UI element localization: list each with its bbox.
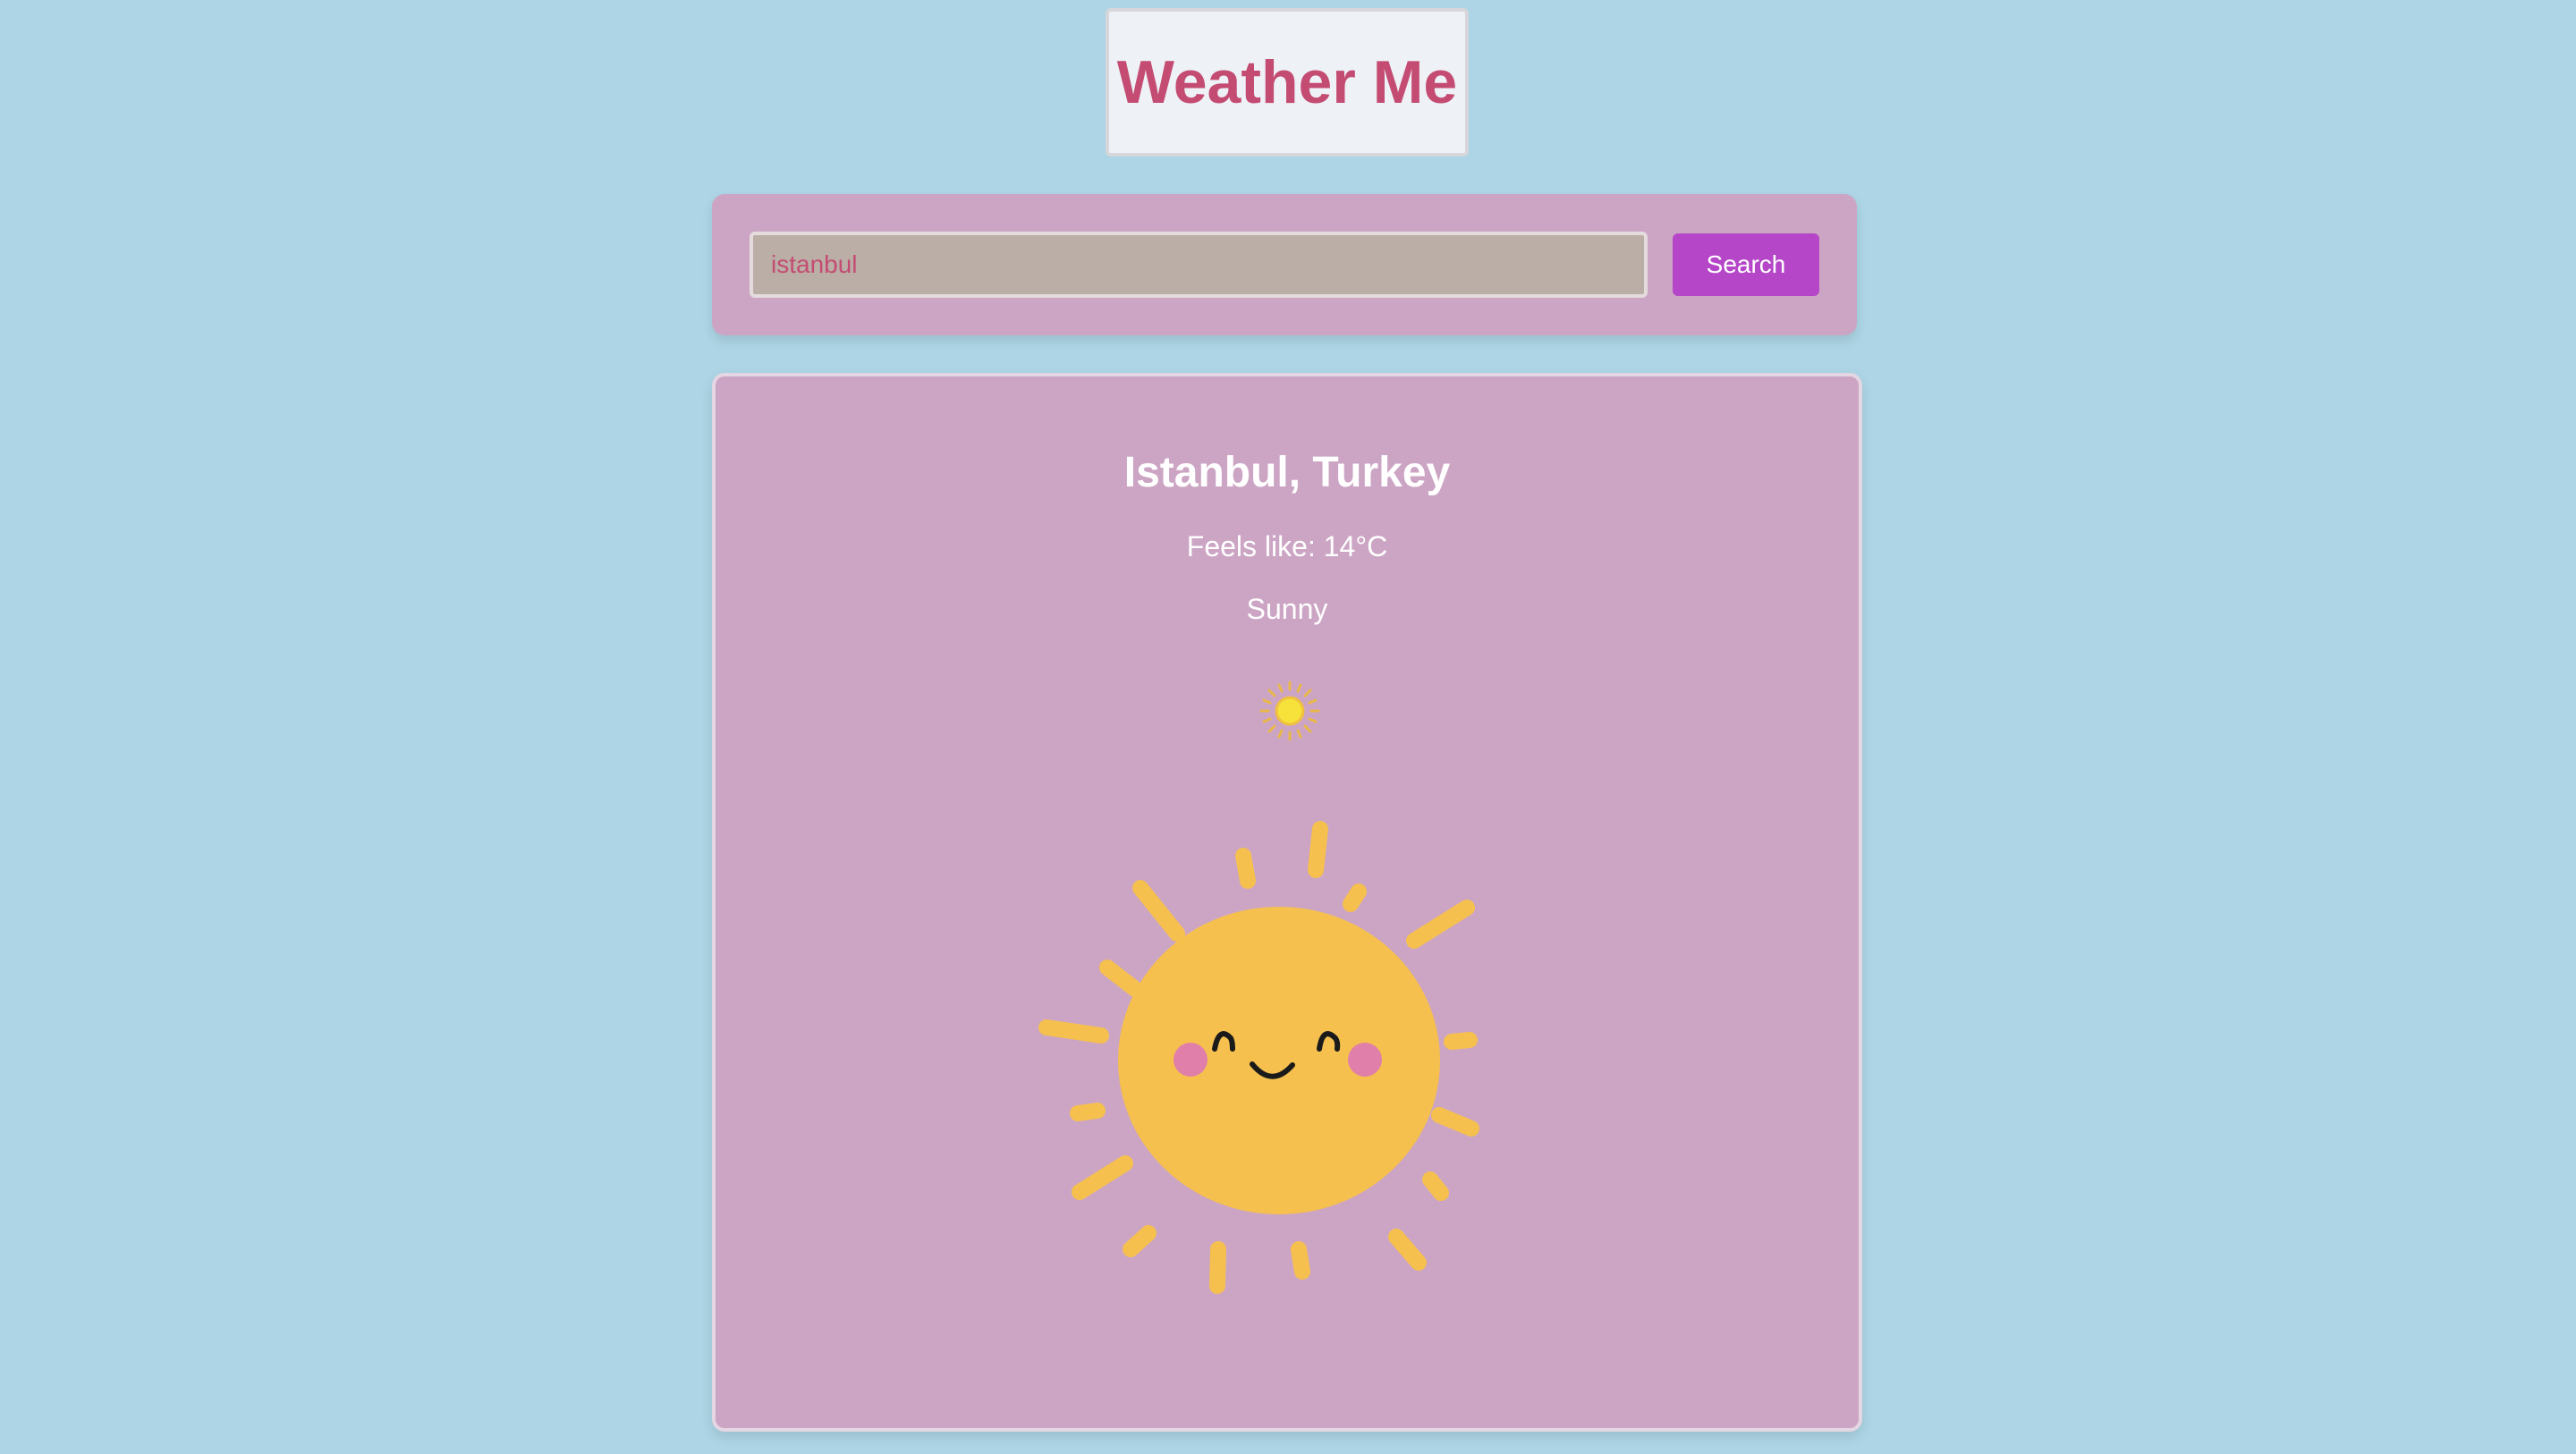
weather-condition: Sunny [1246,593,1328,625]
smiling-sun-illustration [1038,821,1479,1294]
search-button[interactable]: Search [1673,233,1819,296]
app-title-box: Weather Me [1106,8,1469,156]
location-name: Istanbul, Turkey [1123,449,1451,496]
app-title: Weather Me [1116,48,1458,116]
search-panel: Search [712,194,1857,335]
city-search-input[interactable] [750,232,1648,298]
feels-like-temperature: Feels like: 14°C [1186,530,1388,562]
weather-card: Istanbul, Turkey Feels like: 14°C Sunny [712,373,1862,1432]
sun-icon [1259,681,1320,741]
